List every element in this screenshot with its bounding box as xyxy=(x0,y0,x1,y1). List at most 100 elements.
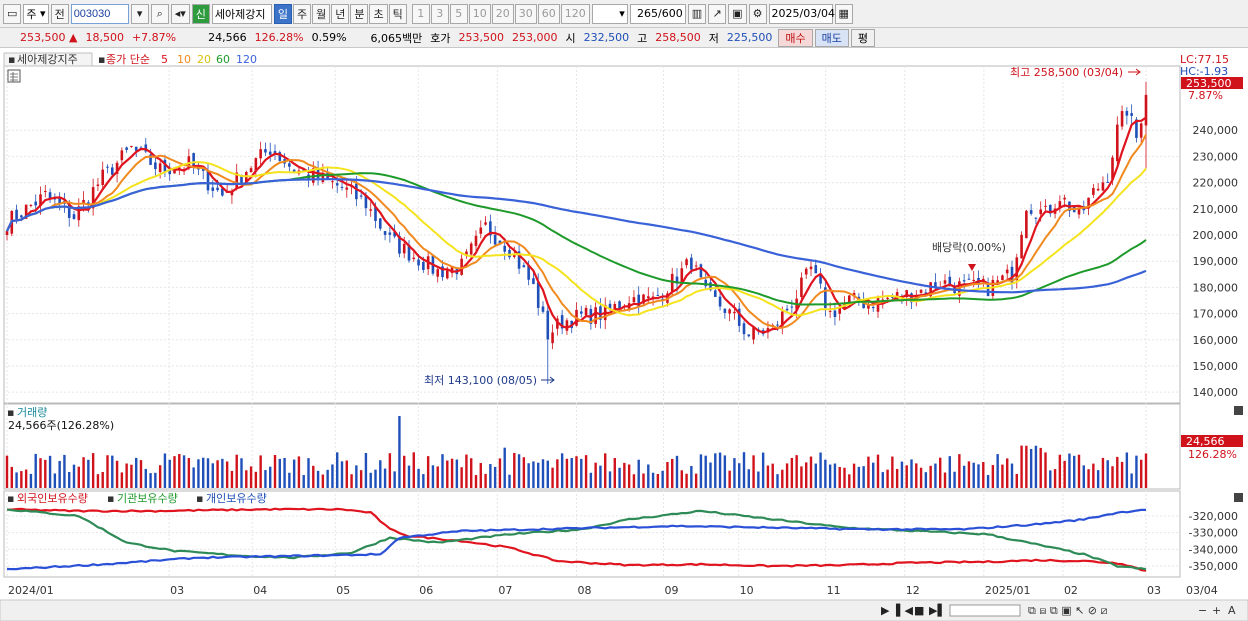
speaker-icon[interactable]: ◂▾ xyxy=(170,3,190,24)
candle-body xyxy=(43,191,47,193)
indiv-legend: 개인보유수량 xyxy=(206,492,267,505)
ma-period-5: 5 xyxy=(161,53,168,66)
bar-count-input[interactable]: 265/600 xyxy=(629,3,686,24)
up-arrow-icon: ▲ xyxy=(69,31,78,44)
volume-bar xyxy=(316,470,320,488)
zoom-slider[interactable] xyxy=(949,604,1021,617)
volume-bar xyxy=(852,463,856,488)
interval-select[interactable]: ▾ xyxy=(591,3,628,24)
candle-body xyxy=(967,278,971,280)
candle-body xyxy=(355,183,358,200)
volume-bar xyxy=(900,461,904,488)
volume-bar xyxy=(891,456,894,488)
save-icon[interactable]: ▣ xyxy=(728,3,747,24)
volume-bar xyxy=(465,454,468,488)
tools-icon[interactable]: ⧉ ⧈ ⧉ ▣ ↖ ⊘ ⧄ xyxy=(1028,604,1108,617)
candle-type-icon[interactable]: ▥ xyxy=(687,3,707,24)
volume-bar xyxy=(29,473,33,488)
interval-1[interactable]: 1 xyxy=(411,3,430,24)
time-tick-label: 02 xyxy=(1064,584,1078,597)
volume-bar xyxy=(216,460,219,488)
trade-amount: 6,065백만 xyxy=(370,31,423,45)
zoom-in-icon[interactable]: + xyxy=(1212,604,1221,617)
tab-period-6[interactable]: 틱 xyxy=(388,3,407,24)
volume-bar xyxy=(800,466,803,488)
holding-tick-label: -350,000 xyxy=(1189,560,1238,573)
interval-60[interactable]: 60 xyxy=(537,3,560,24)
buy-button[interactable]: 매수 xyxy=(778,28,813,47)
volume-bar xyxy=(666,462,669,488)
stock-code-input[interactable] xyxy=(70,3,129,24)
zoom-out-icon[interactable]: − xyxy=(1198,604,1207,617)
scroll-next-icon[interactable]: ▶▌ xyxy=(929,603,946,617)
volume-bar xyxy=(905,465,908,488)
price-tick-label: 210,000 xyxy=(1193,203,1239,216)
legend-dot: ▪ xyxy=(196,492,203,505)
high-label: 고 xyxy=(637,31,648,45)
volume-bar xyxy=(508,474,511,488)
candle-body xyxy=(551,332,554,344)
date-input[interactable]: 2025/03/04 xyxy=(768,3,835,24)
tab-period-3[interactable]: 년 xyxy=(331,3,350,24)
eval-button[interactable]: 평 xyxy=(850,28,876,47)
high-annotation: 최고 258,500 (03/04) xyxy=(1010,66,1123,79)
scroll-right-icon[interactable]: ▶ xyxy=(881,604,890,617)
tab-period-4[interactable]: 분 xyxy=(350,3,369,24)
candle-body xyxy=(388,232,392,235)
dropdown-chevron-icon[interactable]: ▾ xyxy=(130,3,149,24)
volume-bar xyxy=(398,416,401,488)
candle-body xyxy=(101,169,105,185)
gear-icon[interactable]: ⚙ xyxy=(748,3,767,24)
last-volume-ratio: 126.28% xyxy=(1188,448,1237,461)
volume-bar xyxy=(393,471,396,488)
volume-bar xyxy=(527,463,530,488)
interval-5[interactable]: 5 xyxy=(449,3,468,24)
low-annotation: 최저 143,100 (08/05) xyxy=(424,374,537,387)
volume-bar xyxy=(173,456,176,488)
volume-bar xyxy=(843,467,846,488)
market-select[interactable]: 주 ▾ xyxy=(23,3,49,24)
tab-period-5[interactable]: 초 xyxy=(369,3,388,24)
volume-bar xyxy=(895,468,899,488)
candle-body xyxy=(1063,197,1066,200)
calendar-icon[interactable]: ▦ xyxy=(834,3,853,24)
candle-body xyxy=(962,280,966,282)
stop-icon[interactable]: ■ xyxy=(914,604,924,617)
volume-bar xyxy=(106,455,109,488)
tab-period-2[interactable]: 월 xyxy=(312,3,331,24)
candle-body xyxy=(785,308,789,311)
interval-120[interactable]: 120 xyxy=(560,3,590,24)
volume-bar xyxy=(1096,470,1100,488)
volume-bar xyxy=(575,456,578,488)
draw-tool-icon[interactable]: ↗ xyxy=(708,3,727,24)
volume-bar xyxy=(273,454,277,488)
font-size-icon[interactable]: A xyxy=(1228,604,1236,617)
volume-bar xyxy=(661,470,664,488)
layout-icon[interactable]: ▭ xyxy=(3,3,22,24)
volume-bar xyxy=(369,472,372,488)
tab-period-0[interactable]: 일 xyxy=(273,3,292,24)
interval-10[interactable]: 10 xyxy=(468,3,491,24)
sell-button[interactable]: 매도 xyxy=(814,28,849,47)
scroll-prev-icon[interactable]: ▌◀ xyxy=(895,603,913,617)
volume-bar xyxy=(192,467,195,488)
interval-3[interactable]: 3 xyxy=(430,3,449,24)
volume-bar xyxy=(235,454,238,488)
prev-button[interactable]: 전 xyxy=(50,3,69,24)
volume-bar xyxy=(1125,452,1129,488)
volume-bar xyxy=(962,465,966,488)
search-icon[interactable]: ⌕ xyxy=(150,3,169,24)
candle-body xyxy=(1044,205,1047,207)
interval-20[interactable]: 20 xyxy=(491,3,514,24)
candle-body xyxy=(445,270,449,279)
volume-title: 거래량 xyxy=(17,406,47,419)
volume-panel-close-icon[interactable] xyxy=(1234,406,1243,415)
interval-30[interactable]: 30 xyxy=(514,3,537,24)
volume-bar xyxy=(848,474,851,488)
volume-bar xyxy=(1044,452,1047,488)
candle-body xyxy=(699,264,703,278)
candle-body xyxy=(814,265,818,274)
last-volume-label: 24,566 xyxy=(1186,435,1225,448)
tab-period-1[interactable]: 주 xyxy=(292,3,312,24)
holding-panel-close-icon[interactable] xyxy=(1234,493,1243,502)
